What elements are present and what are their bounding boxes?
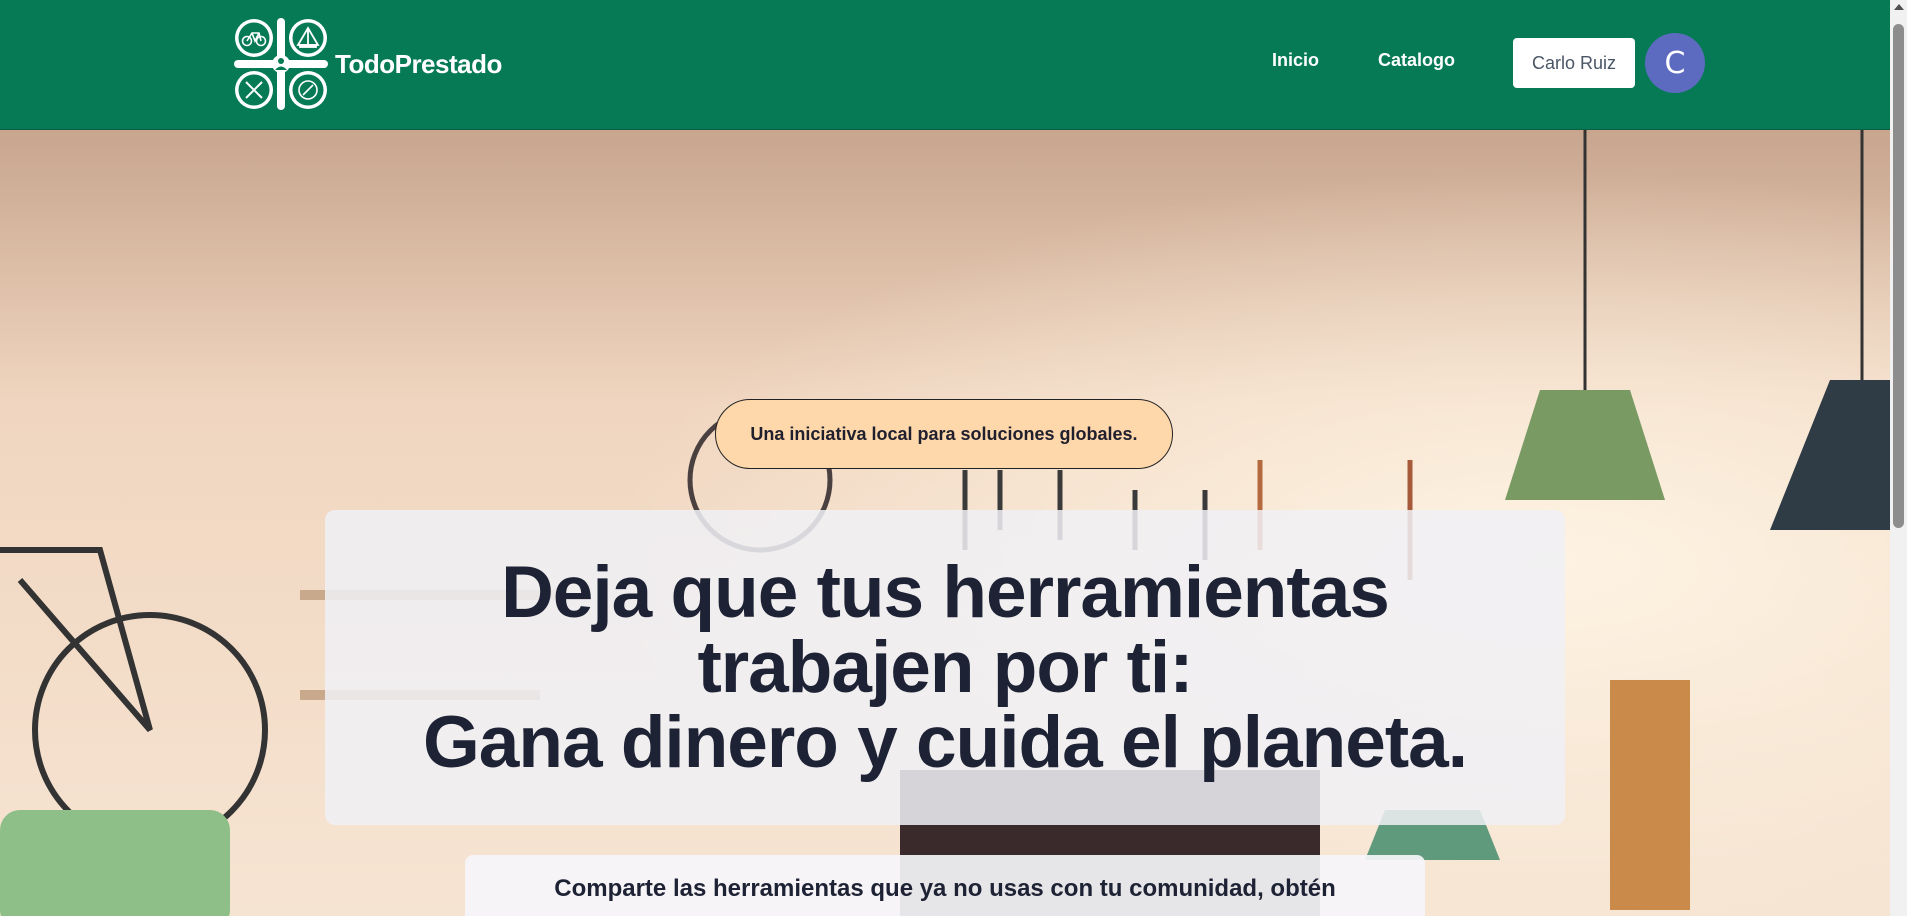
green-cabinet [0,810,230,916]
headline-line-3: Gana dinero y cuida el planeta. [422,702,1468,783]
hero-subtext: Comparte las herramientas que ya no usas… [554,875,1336,902]
logo-mark-icon [234,18,328,110]
subtext-card: Comparte las herramientas que ya no usas… [465,855,1425,916]
top-navbar: TodoPrestado Inicio Catalogo Carlo Ruiz … [0,0,1890,130]
tagline-badge: Una iniciativa local para soluciones glo… [715,399,1173,469]
brand-name: TodoPrestado [335,48,502,79]
vertical-scrollbar[interactable] [1890,0,1907,916]
headline-card: Deja que tus herramientas trabajen por t… [325,510,1565,825]
nav-inicio[interactable]: Inicio [1272,50,1319,71]
avatar[interactable]: C [1645,33,1705,93]
hero-section: Una iniciativa local para soluciones glo… [0,130,1890,916]
headline-line-2: trabajen por ti: [697,627,1193,708]
headline-line-1: Deja que tus herramientas [501,552,1390,633]
scroll-up-icon[interactable] [1894,4,1904,10]
nav-catalogo[interactable]: Catalogo [1378,50,1455,71]
scroll-thumb[interactable] [1893,24,1904,528]
brand-logo[interactable]: TodoPrestado [234,18,502,110]
hero-headline: Deja que tus herramientas trabajen por t… [325,555,1565,780]
wooden-rack [1610,680,1690,910]
user-menu-button[interactable]: Carlo Ruiz [1513,38,1635,88]
